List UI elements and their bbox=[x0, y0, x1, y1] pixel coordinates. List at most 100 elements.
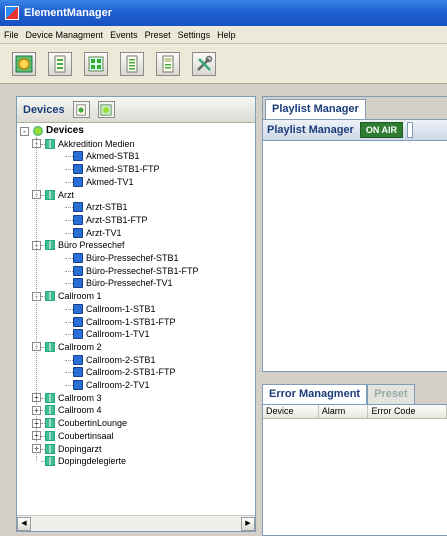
tools-button[interactable] bbox=[192, 51, 216, 76]
tree-device-item[interactable]: Büro-Pressechef-STB1-FTP bbox=[73, 265, 199, 277]
device-icon bbox=[73, 202, 83, 213]
tree-connector bbox=[65, 181, 73, 183]
menu-settings[interactable]: Settings bbox=[178, 30, 211, 40]
device-icon bbox=[73, 354, 83, 365]
tree-group-item[interactable]: Callroom 1 bbox=[45, 290, 102, 302]
tab-error-managment[interactable]: Error Managment bbox=[262, 384, 368, 404]
device-icon bbox=[73, 151, 83, 162]
tree-group-item[interactable]: Callroom 3 bbox=[45, 392, 102, 404]
group-icon bbox=[45, 189, 55, 200]
header-extra-button[interactable] bbox=[407, 122, 413, 138]
scroll-track[interactable] bbox=[31, 517, 241, 531]
group-icon bbox=[45, 138, 55, 149]
tree-item-label: CoubertinLounge bbox=[58, 418, 128, 429]
on-air-badge[interactable]: ON AIR bbox=[359, 122, 403, 138]
tree-group-item[interactable]: Akkredition Medien bbox=[45, 138, 135, 150]
tree-device-item[interactable]: Callroom-1-STB1-FTP bbox=[73, 316, 176, 328]
tree-connector bbox=[65, 219, 73, 221]
tree-device-item[interactable]: Callroom-2-TV1 bbox=[73, 379, 150, 391]
device-icon bbox=[73, 380, 83, 390]
tree-item-label: Callroom-1-STB1 bbox=[86, 303, 156, 314]
devices-panel: Devices Devices - Akkredition Medien - Akmed… bbox=[16, 96, 256, 532]
tree-device-item[interactable]: Callroom-2-STB1-FTP bbox=[73, 366, 176, 378]
group-icon bbox=[45, 392, 55, 403]
tree-device-item[interactable]: Akmed-STB1 bbox=[73, 150, 140, 162]
tree-device-item[interactable]: Arzt-STB1 bbox=[73, 201, 128, 213]
add-device-icon bbox=[76, 103, 86, 116]
tree-device-item[interactable]: Arzt-TV1 bbox=[73, 227, 122, 239]
tab-preset[interactable]: Preset bbox=[367, 384, 415, 404]
tree-root-item[interactable]: Devices bbox=[33, 125, 84, 137]
play-device-button[interactable] bbox=[12, 51, 36, 76]
error-tab-row: Error Managment Preset bbox=[262, 382, 447, 404]
device-icon bbox=[73, 367, 83, 378]
tree-connector bbox=[65, 169, 73, 171]
add-device-button[interactable] bbox=[72, 101, 90, 118]
tree-connector bbox=[65, 385, 73, 386]
menu-device-managment[interactable]: Device Managment bbox=[26, 30, 104, 40]
tree-device-item[interactable]: Callroom-1-TV1 bbox=[73, 328, 150, 340]
tree-group-item[interactable]: Callroom 2 bbox=[45, 341, 102, 353]
device-icon bbox=[73, 253, 83, 263]
tree-group-item[interactable]: Coubertinsaal bbox=[45, 430, 114, 442]
tree-connector bbox=[41, 397, 45, 399]
tree-horizontal-scrollbar[interactable]: ◀ ▶ bbox=[17, 515, 255, 531]
tree-item-label: Büro-Pressechef-TV1 bbox=[86, 278, 173, 289]
tree-device-item[interactable]: Callroom-2-STB1 bbox=[73, 354, 156, 366]
tree-group-item[interactable]: Dopingdelegierte bbox=[45, 455, 126, 467]
tree-item-label: Devices bbox=[46, 125, 84, 136]
device-icon bbox=[73, 227, 83, 238]
tab-playlist-manager[interactable]: Playlist Manager bbox=[265, 99, 366, 119]
tree-device-item[interactable]: Büro-Pressechef-STB1 bbox=[73, 252, 179, 264]
add-group-button[interactable] bbox=[97, 101, 115, 118]
tree-connector bbox=[41, 423, 45, 425]
menu-help[interactable]: Help bbox=[217, 30, 236, 40]
tree-item-label: Callroom-2-STB1-FTP bbox=[86, 367, 176, 378]
tree-group-item[interactable]: Arzt bbox=[45, 189, 74, 201]
device-icon bbox=[73, 176, 83, 187]
error-list: Device Alarm Error Code bbox=[262, 404, 447, 536]
tree-item-label: Callroom-1-STB1-FTP bbox=[86, 316, 176, 327]
column-error-code[interactable]: Error Code bbox=[368, 405, 447, 418]
tree-item-label: Callroom 3 bbox=[58, 392, 102, 403]
tree-item-label: Callroom-2-STB1 bbox=[86, 354, 156, 365]
scroll-left-arrow-icon[interactable]: ◀ bbox=[17, 516, 31, 531]
tree-group-item[interactable]: Büro Pressechef bbox=[45, 239, 125, 251]
tree-device-item[interactable]: Akmed-STB1-FTP bbox=[73, 163, 160, 175]
group-icon bbox=[45, 443, 55, 454]
tree-group-item[interactable]: CoubertinLounge bbox=[45, 417, 127, 429]
tree-device-item[interactable]: Arzt-STB1-FTP bbox=[73, 214, 148, 226]
menu-file[interactable]: File bbox=[4, 30, 19, 40]
group-icon bbox=[45, 341, 55, 352]
group-icon bbox=[45, 405, 55, 416]
tree-group-item[interactable]: Callroom 4 bbox=[45, 404, 102, 416]
scroll-right-arrow-icon[interactable]: ▶ bbox=[241, 516, 255, 531]
tree-device-item[interactable]: Büro-Pressechef-TV1 bbox=[73, 277, 173, 289]
tree-device-item[interactable]: Callroom-1-STB1 bbox=[73, 303, 156, 315]
tree-connector bbox=[41, 143, 45, 145]
menu-events[interactable]: Events bbox=[110, 30, 138, 40]
tree-item-label: Akmed-TV1 bbox=[86, 176, 134, 187]
tree-group-item[interactable]: Dopingarzt bbox=[45, 443, 102, 455]
list-icon bbox=[126, 55, 138, 72]
tree-connector bbox=[65, 258, 73, 259]
tree-connector bbox=[41, 410, 45, 412]
tree-device-item[interactable]: Akmed-TV1 bbox=[73, 176, 134, 188]
list-button[interactable] bbox=[120, 51, 144, 76]
play-device-icon bbox=[15, 55, 33, 72]
collapse-toggle-icon[interactable]: - bbox=[20, 126, 29, 136]
toolbar bbox=[0, 44, 447, 84]
group-icon bbox=[45, 456, 55, 467]
tree-connector bbox=[65, 359, 73, 361]
menu-preset[interactable]: Preset bbox=[145, 30, 171, 40]
column-device[interactable]: Device bbox=[263, 405, 319, 418]
error-columns-header: Device Alarm Error Code bbox=[263, 405, 447, 419]
ip-list-button[interactable] bbox=[156, 51, 180, 76]
grid-button[interactable] bbox=[84, 51, 108, 76]
list-add-button[interactable] bbox=[48, 51, 72, 76]
ip-list-icon bbox=[162, 55, 174, 72]
tree-connector bbox=[65, 308, 73, 310]
column-alarm[interactable]: Alarm bbox=[319, 405, 369, 418]
group-icon bbox=[45, 291, 55, 302]
device-tree: Devices - Akkredition Medien - Akmed-STB1 Akm… bbox=[17, 123, 255, 515]
